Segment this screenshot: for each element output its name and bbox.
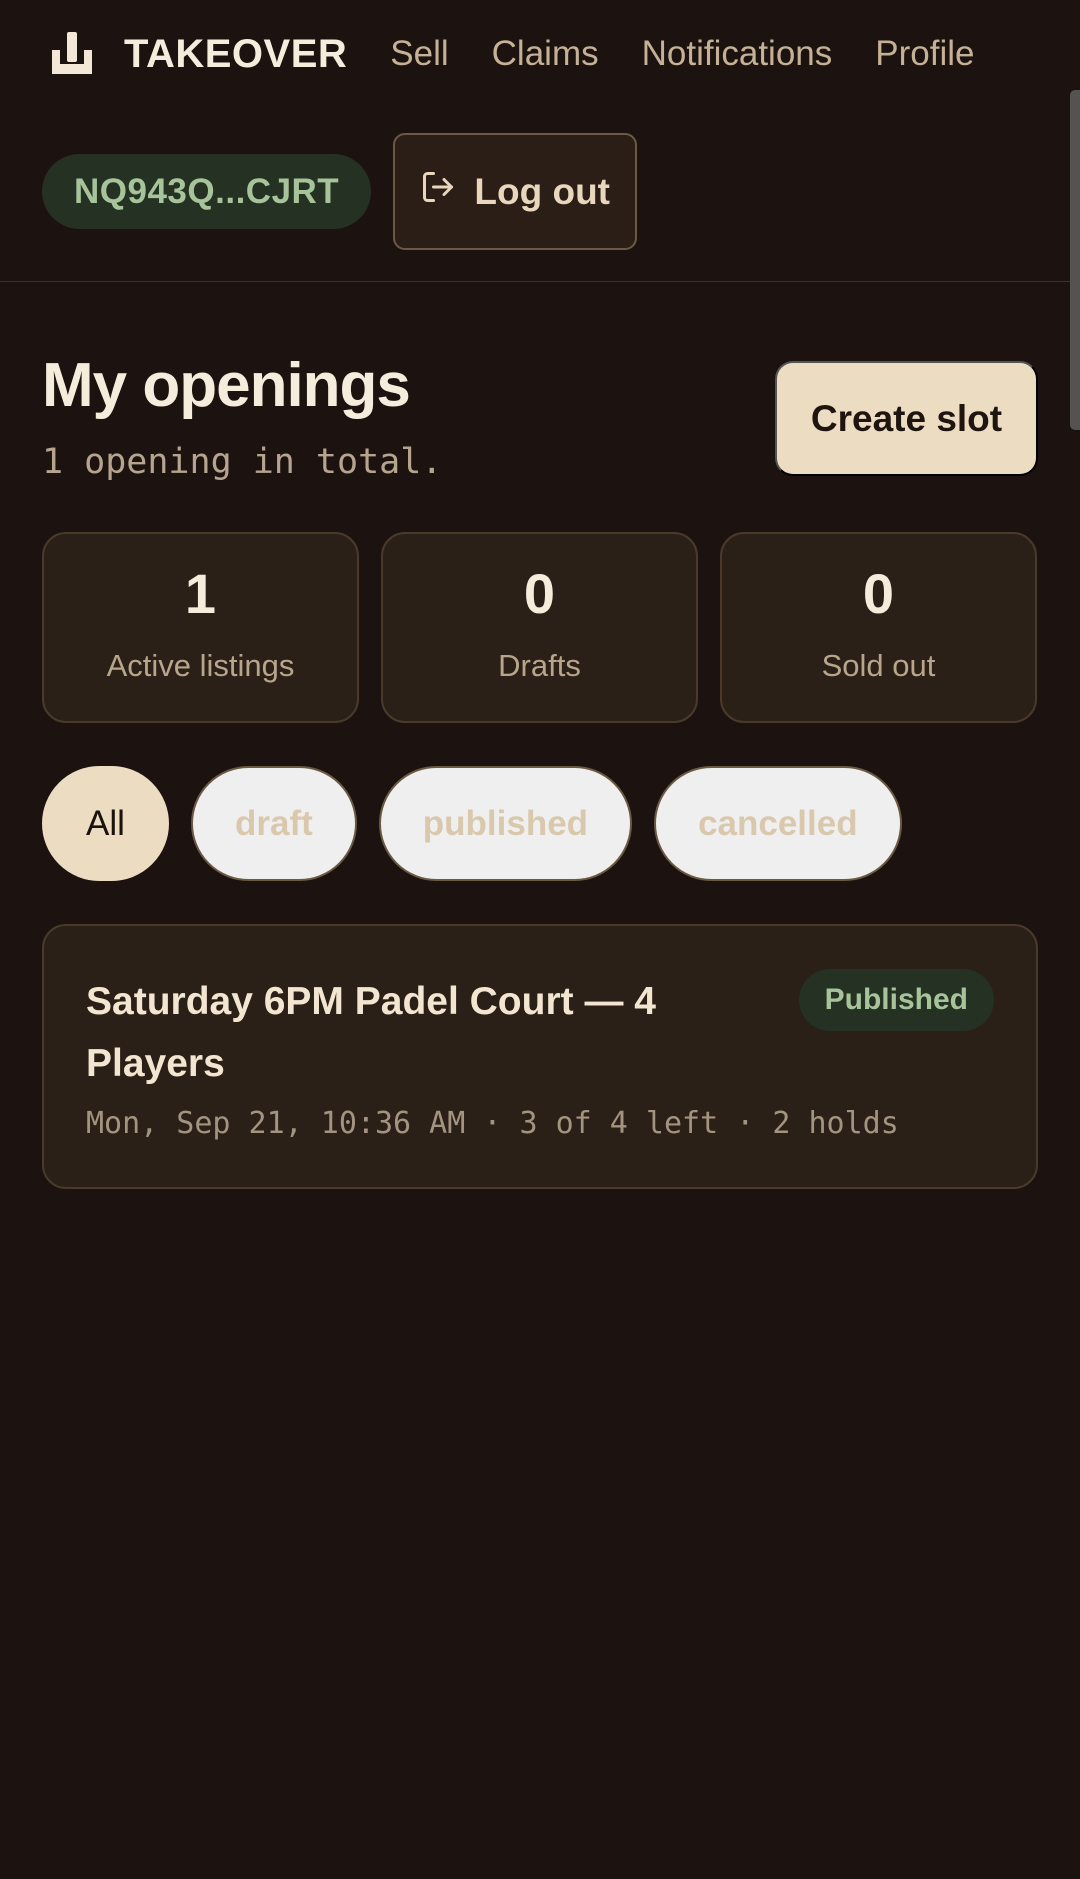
stat-label: Drafts — [498, 647, 581, 683]
stat-label: Sold out — [821, 647, 936, 683]
main-content: My openings 1 opening in total. Create s… — [0, 282, 1080, 1189]
stat-value: 1 — [184, 561, 217, 625]
logo-icon[interactable] — [48, 30, 96, 78]
filter-chip-published[interactable]: published — [378, 766, 633, 881]
logout-icon — [420, 169, 474, 214]
filter-chip-cancelled[interactable]: cancelled — [654, 766, 902, 881]
stat-value: 0 — [523, 561, 556, 625]
nav-link-claims[interactable]: Claims — [492, 34, 599, 74]
wallet-address-badge: NQ943Q...CJRT — [42, 154, 372, 229]
app-root: TAKEOVER Sell Claims Notifications Profi… — [0, 0, 1080, 1879]
page-header: My openings 1 opening in total. Create s… — [42, 282, 1038, 532]
page-title: My openings — [42, 351, 411, 420]
top-nav: TAKEOVER Sell Claims Notifications Profi… — [0, 0, 1080, 108]
logout-button[interactable]: Log out — [393, 133, 638, 250]
page-subtitle: 1 opening in total. — [42, 442, 443, 482]
site-header: TAKEOVER Sell Claims Notifications Profi… — [0, 0, 1080, 430]
status-filter-tabs: All draft published cancelled — [42, 766, 1038, 881]
filter-chip-all[interactable]: All — [42, 766, 169, 881]
nav-link-profile[interactable]: Profile — [875, 34, 974, 74]
listing-card[interactable]: Saturday 6PM Padel Court — 4 Players Pub… — [42, 924, 1038, 1189]
listing-title[interactable]: Saturday 6PM Padel Court — 4 Players — [86, 971, 686, 1095]
status-badge: Published — [798, 969, 994, 1031]
stat-label: Active listings — [106, 647, 295, 683]
nav-link-notifications[interactable]: Notifications — [642, 34, 833, 74]
stat-card-active: 1 Active listings — [42, 532, 359, 723]
create-slot-button[interactable]: Create slot — [775, 361, 1038, 476]
listing-meta: Mon, Sep 21, 10:36 AM · 3 of 4 left · 2 … — [86, 1106, 899, 1141]
stat-value: 0 — [862, 561, 895, 625]
user-row: NQ943Q...CJRT Log out — [42, 133, 638, 250]
brand-name[interactable]: TAKEOVER — [124, 32, 347, 77]
stat-card-drafts: 0 Drafts — [381, 532, 698, 723]
nav-link-sell[interactable]: Sell — [390, 34, 448, 74]
stats-row: 1 Active listings 0 Drafts 0 Sold out — [42, 532, 1038, 723]
stat-card-sold-out: 0 Sold out — [720, 532, 1037, 723]
filter-chip-draft[interactable]: draft — [191, 766, 357, 881]
logout-label: Log out — [474, 170, 610, 212]
